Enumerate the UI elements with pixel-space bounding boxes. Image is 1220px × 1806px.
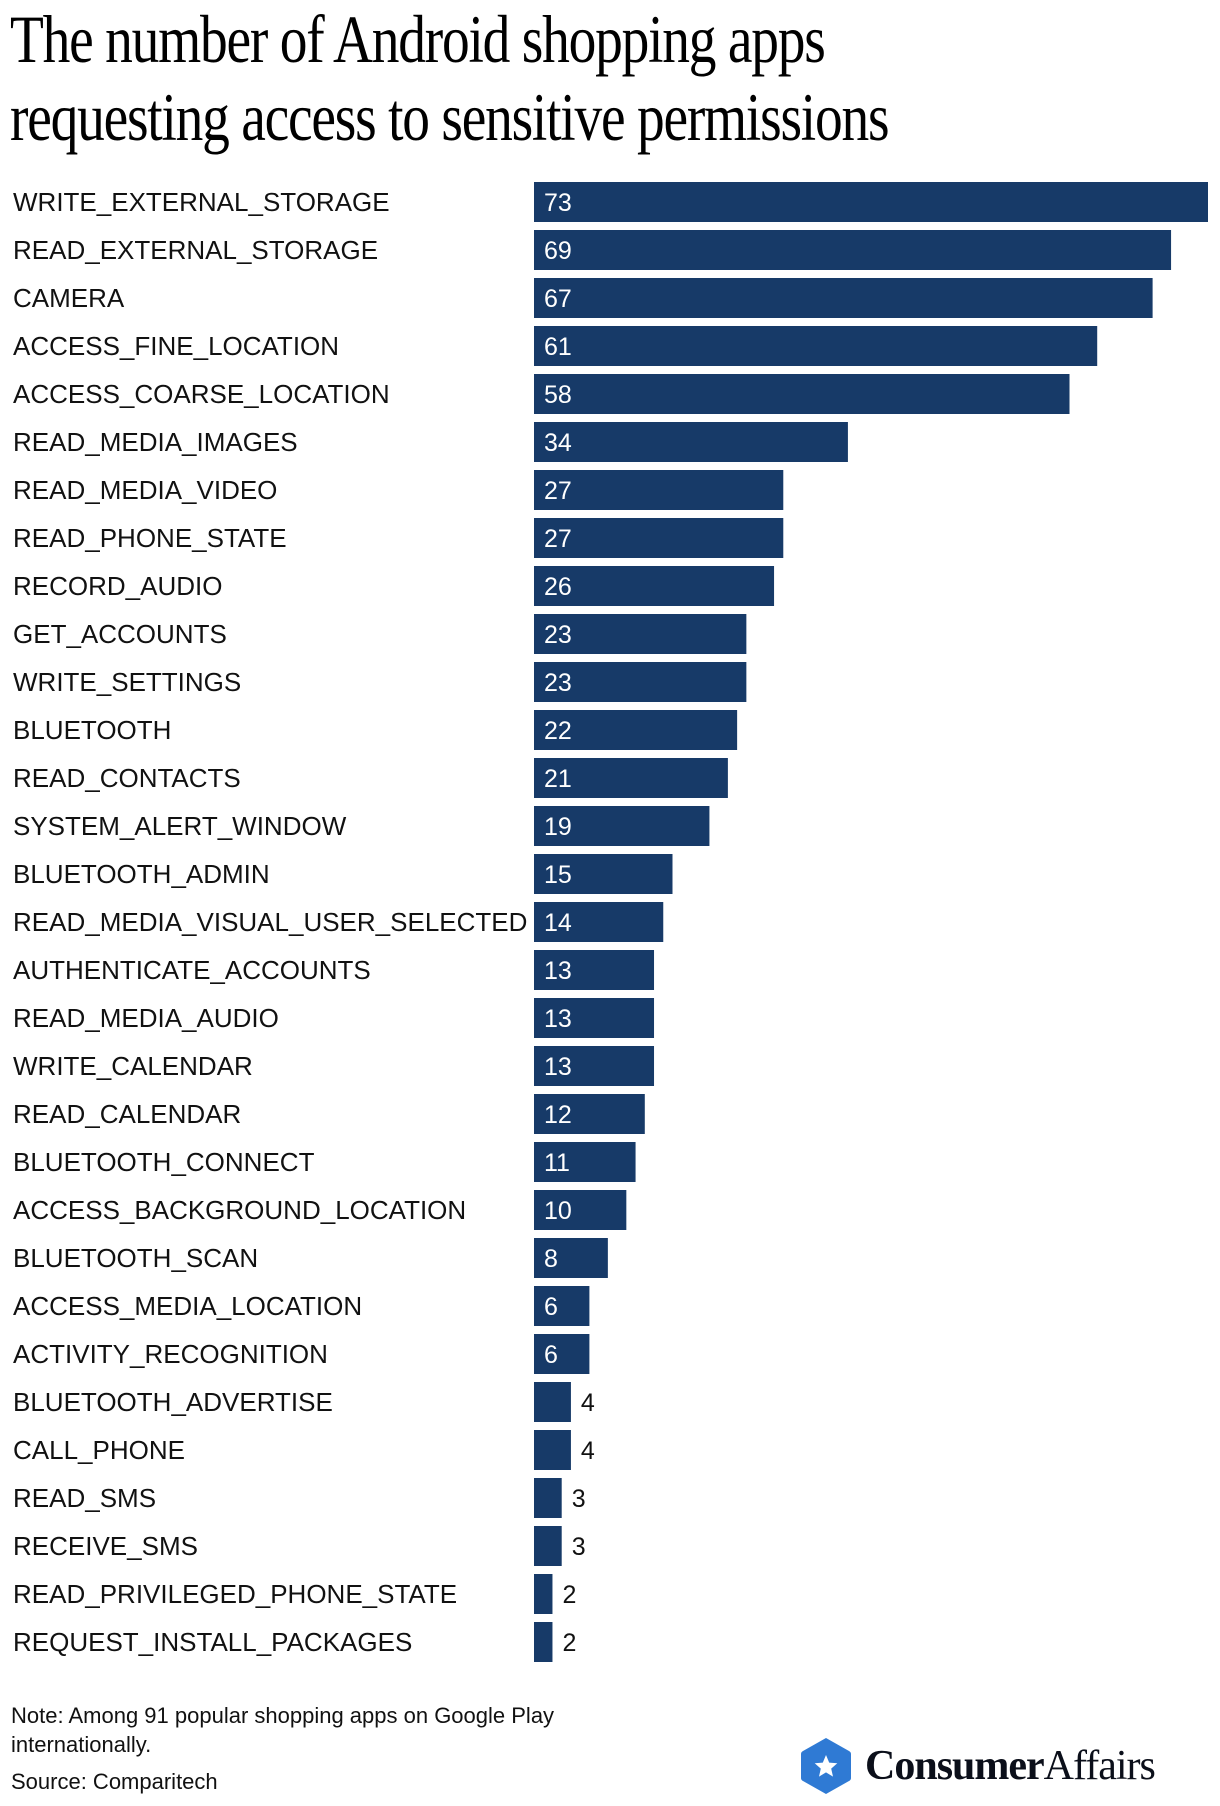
category-label: READ_MEDIA_AUDIO [13, 1003, 279, 1033]
bar [534, 230, 1172, 270]
brand-name-bold: Consumer [865, 1743, 1045, 1789]
category-labels: WRITE_EXTERNAL_STORAGE READ_EXTERNAL_STOR… [13, 187, 527, 1657]
category-label: SYSTEM_ALERT_WINDOW [13, 811, 347, 841]
value-label: 6 [544, 1293, 558, 1321]
value-label: 12 [544, 1101, 572, 1129]
bar [534, 422, 848, 462]
value-label: 3 [572, 1533, 586, 1561]
value-label: 34 [544, 429, 572, 457]
category-label: READ_EXTERNAL_STORAGE [13, 235, 378, 265]
value-label: 13 [544, 957, 572, 985]
category-label: WRITE_EXTERNAL_STORAGE [13, 187, 390, 217]
category-label: RECEIVE_SMS [13, 1531, 198, 1561]
value-label: 4 [581, 1389, 595, 1417]
category-label: REQUEST_INSTALL_PACKAGES [13, 1627, 412, 1657]
category-label: BLUETOOTH [13, 715, 171, 745]
category-label: GET_ACCOUNTS [13, 619, 227, 649]
category-label: ACCESS_COARSE_LOCATION [13, 379, 390, 409]
bar [534, 278, 1153, 318]
category-label: CAMERA [13, 283, 125, 313]
bar [534, 1622, 553, 1662]
value-label: 3 [572, 1485, 586, 1513]
value-label: 6 [544, 1341, 558, 1369]
value-label: 61 [544, 333, 572, 361]
category-label: READ_MEDIA_VIDEO [13, 475, 277, 505]
value-label: 23 [544, 621, 572, 649]
chart-note: Note: Among 91 popular shopping apps on … [11, 1703, 555, 1757]
value-label: 4 [581, 1437, 595, 1465]
category-label: WRITE_CALENDAR [13, 1051, 253, 1081]
chart-source: Source: Comparitech [11, 1769, 218, 1794]
value-label: 13 [544, 1053, 572, 1081]
bar-chart: WRITE_EXTERNAL_STORAGE READ_EXTERNAL_STOR… [13, 182, 1208, 1662]
bar [534, 1574, 553, 1614]
category-label: WRITE_SETTINGS [13, 667, 241, 697]
bar [534, 1478, 562, 1518]
category-label: READ_CONTACTS [13, 763, 241, 793]
category-label: RECORD_AUDIO [13, 571, 222, 601]
category-label: READ_CALENDAR [13, 1099, 241, 1129]
category-label: ACCESS_FINE_LOCATION [13, 331, 339, 361]
value-label: 10 [544, 1197, 572, 1225]
value-label: 58 [544, 381, 572, 409]
category-label: ACCESS_MEDIA_LOCATION [13, 1291, 362, 1321]
value-label: 2 [562, 1629, 576, 1657]
category-label: READ_MEDIA_IMAGES [13, 427, 298, 457]
value-label: 27 [544, 477, 572, 505]
value-label: 11 [544, 1149, 570, 1177]
category-label: AUTHENTICATE_ACCOUNTS [13, 955, 371, 985]
bar [534, 1334, 590, 1374]
star-hexagon-icon [801, 1738, 851, 1794]
category-label: ACTIVITY_RECOGNITION [13, 1339, 328, 1369]
brand-wordmark: ConsumerAffairs [865, 1742, 1156, 1790]
value-label: 19 [544, 813, 572, 841]
value-label: 67 [544, 285, 572, 313]
category-label: BLUETOOTH_ADVERTISE [13, 1387, 333, 1417]
bar [534, 1382, 571, 1422]
category-label: READ_SMS [13, 1483, 156, 1513]
bar [534, 1526, 562, 1566]
value-label: 15 [544, 861, 572, 889]
category-label: READ_PHONE_STATE [13, 523, 287, 553]
bar [534, 1286, 590, 1326]
category-label: BLUETOOTH_CONNECT [13, 1147, 315, 1177]
category-label: READ_MEDIA_VISUAL_USER_SELECTED [13, 907, 527, 937]
value-label: 69 [544, 237, 572, 265]
value-label: 21 [544, 765, 572, 793]
value-label: 13 [544, 1005, 572, 1033]
category-label: BLUETOOTH_ADMIN [13, 859, 270, 889]
consumeraffairs-logo: ConsumerAffairs [801, 1736, 1156, 1796]
category-label: ACCESS_BACKGROUND_LOCATION [13, 1195, 466, 1225]
bar [534, 326, 1098, 366]
value-label: 23 [544, 669, 572, 697]
category-label: BLUETOOTH_SCAN [13, 1243, 258, 1273]
brand-name-regular: Affairs [1043, 1743, 1156, 1789]
value-label: 8 [544, 1245, 558, 1273]
category-label: READ_PRIVILEGED_PHONE_STATE [13, 1579, 457, 1609]
bar [534, 374, 1070, 414]
value-label: 26 [544, 573, 572, 601]
bar [534, 1430, 571, 1470]
bars [534, 182, 1208, 1662]
bar [534, 182, 1208, 222]
category-label: CALL_PHONE [13, 1435, 185, 1465]
value-label: 14 [544, 909, 572, 937]
value-label: 73 [544, 189, 572, 217]
value-label: 27 [544, 525, 572, 553]
value-label: 2 [562, 1581, 576, 1609]
value-label: 22 [544, 717, 572, 745]
